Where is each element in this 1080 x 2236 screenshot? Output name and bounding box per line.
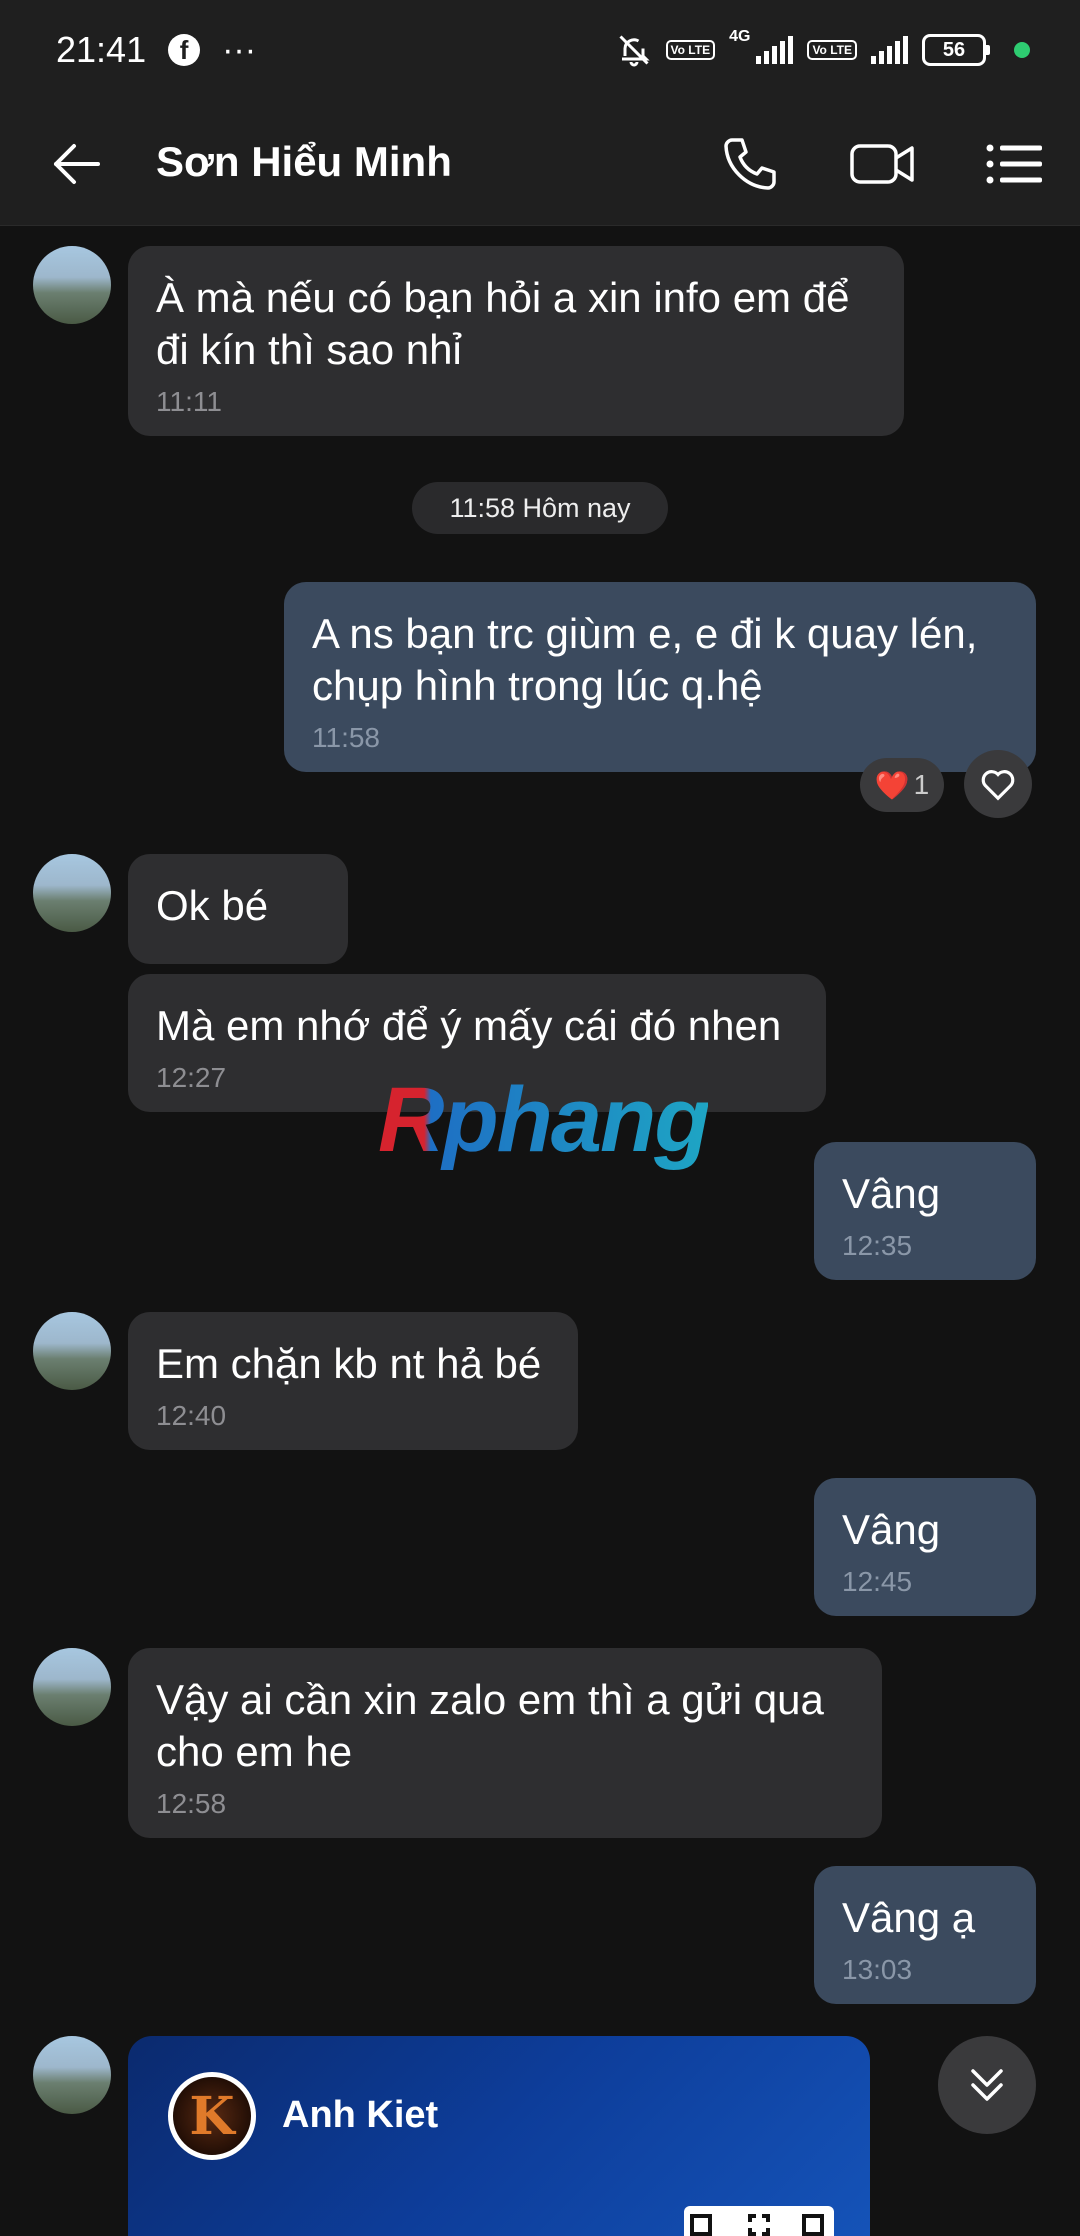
privacy-indicator-dot: [1014, 42, 1030, 58]
message-time: 12:40: [156, 1400, 227, 1431]
message-bubble-outgoing[interactable]: Vâng ạ 13:03: [814, 1866, 1036, 2004]
message-bubble-outgoing[interactable]: A ns bạn trc giùm e, e đi k quay lén, ch…: [284, 582, 1036, 772]
message-text: À mà nếu có bạn hỏi a xin info em để đi …: [156, 274, 850, 373]
message-text: Ok bé: [156, 882, 269, 929]
battery-level: 56: [922, 34, 986, 66]
contact-avatar[interactable]: [33, 1648, 111, 1726]
menu-list-icon[interactable]: [984, 132, 1044, 196]
message-time: 11:58: [312, 722, 380, 753]
message-text: Vâng: [842, 1170, 941, 1217]
message-time: 11:11: [156, 386, 222, 417]
battery-icon: 56: [922, 34, 990, 66]
more-notifications-icon: ···: [222, 30, 257, 69]
contact-card[interactable]: K Anh Kiet: [128, 2036, 870, 2236]
message-time: 12:45: [842, 1566, 913, 1597]
status-time: 21:41: [56, 29, 147, 70]
message-bubble-incoming[interactable]: Vậy ai cần xin zalo em thì a gửi qua cho…: [128, 1648, 882, 1838]
volte-badge: Vo LTE: [665, 40, 716, 60]
mute-bell-icon: [618, 35, 650, 67]
message-text: Vậy ai cần xin zalo em thì a gửi qua cho…: [156, 1676, 824, 1775]
react-heart-button[interactable]: [964, 750, 1032, 818]
message-time: 12:35: [842, 1230, 913, 1261]
phone-icon[interactable]: [718, 132, 782, 196]
network-type: 4G: [729, 28, 751, 45]
contact-avatar[interactable]: [33, 246, 111, 324]
message-text: Vâng ạ: [842, 1894, 976, 1941]
qr-code-icon: [684, 2206, 834, 2236]
message-text: Em chặn kb nt hả bé: [156, 1340, 542, 1387]
message-time: 13:03: [842, 1954, 913, 1985]
card-avatar: K: [168, 2072, 256, 2160]
scroll-to-bottom-button[interactable]: [938, 2036, 1036, 2134]
reaction-badge[interactable]: ❤️ 1: [860, 758, 944, 812]
message-text: A ns bạn trc giùm e, e đi k quay lén, ch…: [312, 610, 978, 709]
heart-emoji-icon: ❤️: [874, 769, 910, 801]
message-bubble-outgoing[interactable]: Vâng 12:35: [814, 1142, 1036, 1280]
date-separator: 11:58 Hôm nay: [412, 482, 668, 534]
contact-name[interactable]: Sơn Hiểu Minh: [156, 138, 452, 186]
watermark-logo: Rphang: [378, 1069, 710, 1171]
message-text: Vâng: [842, 1506, 941, 1553]
volte-badge-2: Vo LTE: [807, 40, 857, 60]
message-bubble-outgoing[interactable]: Vâng 12:45: [814, 1478, 1036, 1616]
contact-avatar[interactable]: [33, 1312, 111, 1390]
message-bubble-incoming[interactable]: À mà nếu có bạn hỏi a xin info em để đi …: [128, 246, 904, 436]
message-bubble-incoming[interactable]: Em chặn kb nt hả bé 12:40: [128, 1312, 578, 1450]
message-time: 12:58: [156, 1788, 227, 1819]
signal-icon: [756, 36, 794, 64]
message-bubble-incoming[interactable]: Ok bé: [128, 854, 348, 964]
chat-header: Sơn Hiểu Minh: [0, 100, 1080, 226]
card-contact-name: Anh Kiet: [282, 2094, 439, 2136]
contact-avatar[interactable]: [33, 854, 111, 932]
signal-icon-2: [871, 36, 908, 64]
contact-avatar[interactable]: [33, 2036, 111, 2114]
back-arrow-icon[interactable]: [48, 136, 104, 192]
double-chevron-down-icon: [971, 2069, 1003, 2101]
heart-outline-icon: [981, 770, 1015, 801]
message-text: Mà em nhớ để ý mấy cái đó nhen: [156, 1002, 782, 1049]
status-bar: 21:41 f ··· Vo LTE 4G Vo LTE 56: [0, 0, 1080, 100]
reaction-count: 1: [913, 769, 930, 800]
facebook-icon: f: [168, 34, 201, 66]
video-call-icon[interactable]: [848, 132, 918, 196]
